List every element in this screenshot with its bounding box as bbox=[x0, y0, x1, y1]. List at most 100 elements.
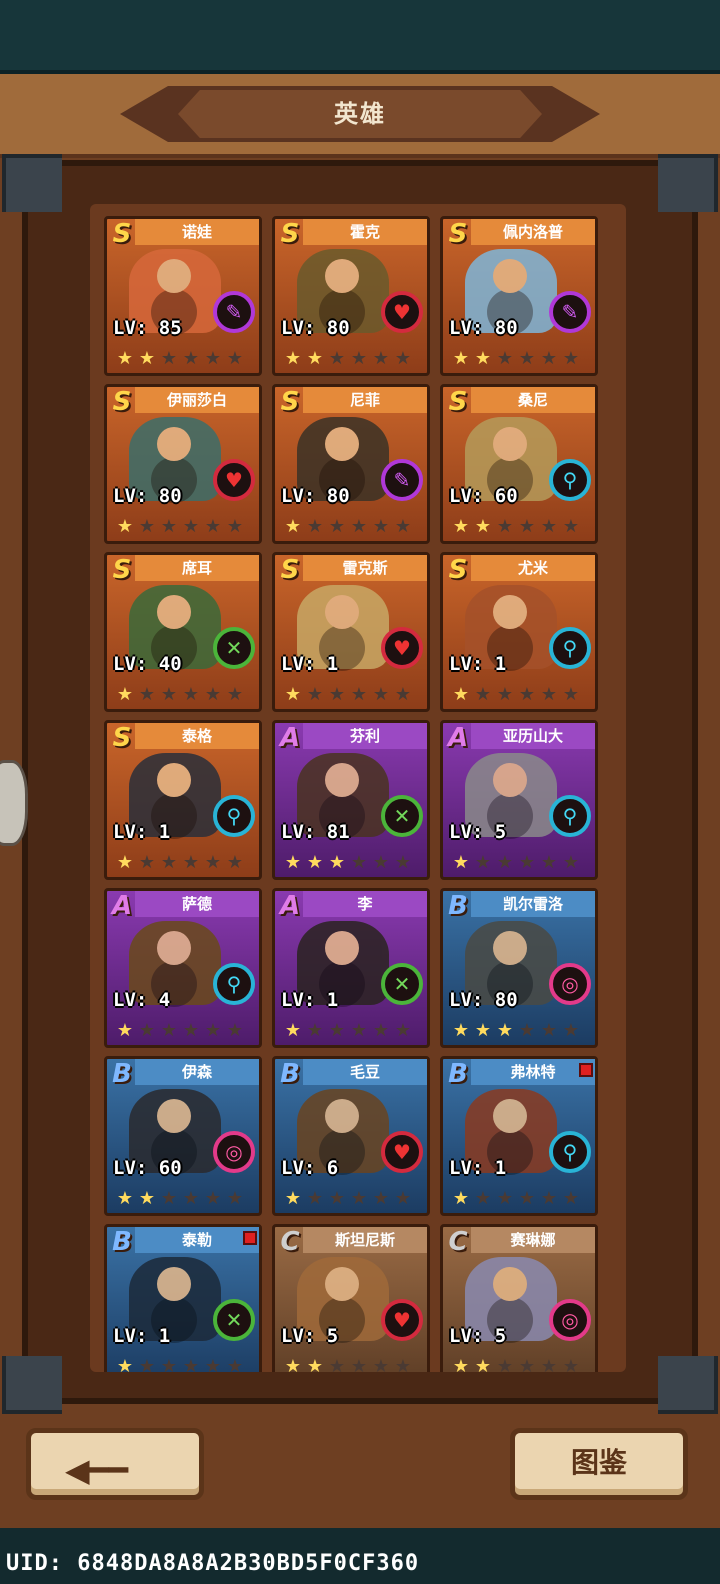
attack-role-icon: ♥ bbox=[381, 1131, 423, 1173]
hero-card[interactable]: 斯坦尼斯 C LV: 5 ♥ ★ ★ ★ ★ ★ ★ bbox=[272, 1224, 430, 1372]
star-filled-icon: ★ bbox=[474, 516, 492, 537]
star-filled-icon: ★ bbox=[284, 1188, 302, 1209]
hero-card[interactable]: 佩内洛普 S LV: 80 ✎ ★ ★ ★ ★ ★ ★ bbox=[440, 216, 598, 376]
back-button[interactable]: ◀━━ bbox=[26, 1428, 204, 1500]
star-filled-icon: ★ bbox=[452, 684, 470, 705]
hero-grid[interactable]: 诺娃 S LV: 85 ✎ ★ ★ ★ ★ ★ ★ 霍克 S LV: 80 ♥ ★ ★ ★ ★ ★ ★ 佩内洛普 S LV:… bbox=[90, 204, 626, 1372]
hero-card[interactable]: 雷克斯 S LV: 1 ♥ ★ ★ ★ ★ ★ ★ bbox=[272, 552, 430, 712]
hero-card[interactable]: 伊丽莎白 S LV: 80 ♥ ★ ★ ★ ★ ★ ★ bbox=[104, 384, 262, 544]
hero-card[interactable]: 席耳 S LV: 40 ✕ ★ ★ ★ ★ ★ ★ bbox=[104, 552, 262, 712]
hero-name: 尤米 bbox=[471, 555, 595, 581]
attack-role-icon: ♥ bbox=[213, 459, 255, 501]
star-empty-icon: ★ bbox=[496, 1188, 514, 1209]
range-role-icon: ✕ bbox=[381, 795, 423, 837]
star-empty-icon: ★ bbox=[562, 852, 580, 873]
star-empty-icon: ★ bbox=[182, 348, 200, 369]
star-filled-icon: ★ bbox=[306, 1356, 324, 1373]
rank-badge: B bbox=[448, 1059, 468, 1089]
star-rating: ★ ★ ★ ★ ★ ★ bbox=[283, 853, 413, 877]
hero-name: 赛琳娜 bbox=[471, 1227, 595, 1253]
side-mascot bbox=[0, 760, 28, 846]
star-empty-icon: ★ bbox=[372, 1356, 390, 1373]
star-empty-icon: ★ bbox=[328, 1356, 346, 1373]
hero-level: LV: 80 bbox=[449, 317, 518, 339]
star-filled-icon: ★ bbox=[138, 348, 156, 369]
rank-badge: S bbox=[280, 219, 300, 249]
star-rating: ★ ★ ★ ★ ★ ★ bbox=[451, 853, 581, 877]
hero-level: LV: 4 bbox=[113, 989, 171, 1011]
hero-card[interactable]: 泰格 S LV: 1 ⚲ ★ ★ ★ ★ ★ ★ bbox=[104, 720, 262, 880]
rank-badge: S bbox=[280, 555, 300, 585]
rank-badge: A bbox=[279, 891, 301, 921]
hero-name: 尼菲 bbox=[303, 387, 427, 413]
hero-name: 佩内洛普 bbox=[471, 219, 595, 245]
hero-card[interactable]: 亚历山大 A LV: 5 ⚲ ★ ★ ★ ★ ★ ★ bbox=[440, 720, 598, 880]
star-rating: ★ ★ ★ ★ ★ ★ bbox=[451, 1356, 581, 1373]
star-empty-icon: ★ bbox=[562, 1020, 580, 1041]
star-filled-icon: ★ bbox=[474, 1020, 492, 1041]
rank-badge: C bbox=[280, 1227, 300, 1257]
hero-card[interactable]: 尼菲 S LV: 80 ✎ ★ ★ ★ ★ ★ ★ bbox=[272, 384, 430, 544]
star-empty-icon: ★ bbox=[562, 684, 580, 705]
star-empty-icon: ★ bbox=[138, 684, 156, 705]
star-filled-icon: ★ bbox=[452, 852, 470, 873]
hero-card[interactable]: 尤米 S LV: 1 ⚲ ★ ★ ★ ★ ★ ★ bbox=[440, 552, 598, 712]
hero-card[interactable]: 毛豆 B LV: 6 ♥ ★ ★ ★ ★ ★ ★ bbox=[272, 1056, 430, 1216]
hero-level: LV: 1 bbox=[113, 1325, 171, 1347]
star-rating: ★ ★ ★ ★ ★ ★ bbox=[451, 1021, 581, 1045]
star-empty-icon: ★ bbox=[540, 1188, 558, 1209]
star-empty-icon: ★ bbox=[394, 852, 412, 873]
hero-card[interactable]: 诺娃 S LV: 85 ✎ ★ ★ ★ ★ ★ ★ bbox=[104, 216, 262, 376]
star-rating: ★ ★ ★ ★ ★ ★ bbox=[451, 1189, 581, 1213]
hero-card[interactable]: 桑尼 S LV: 60 ⚲ ★ ★ ★ ★ ★ ★ bbox=[440, 384, 598, 544]
star-empty-icon: ★ bbox=[182, 1020, 200, 1041]
hero-name: 斯坦尼斯 bbox=[303, 1227, 427, 1253]
star-empty-icon: ★ bbox=[518, 684, 536, 705]
support-role-icon: ⚲ bbox=[549, 1131, 591, 1173]
star-empty-icon: ★ bbox=[226, 1356, 244, 1373]
star-empty-icon: ★ bbox=[474, 852, 492, 873]
star-empty-icon: ★ bbox=[350, 1356, 368, 1373]
star-empty-icon: ★ bbox=[204, 684, 222, 705]
hero-level: LV: 1 bbox=[113, 821, 171, 843]
hero-card[interactable]: 芬利 A LV: 81 ✕ ★ ★ ★ ★ ★ ★ bbox=[272, 720, 430, 880]
star-empty-icon: ★ bbox=[518, 516, 536, 537]
hero-card[interactable]: 凯尔雷洛 B LV: 80 ◎ ★ ★ ★ ★ ★ ★ bbox=[440, 888, 598, 1048]
star-empty-icon: ★ bbox=[160, 348, 178, 369]
star-empty-icon: ★ bbox=[372, 348, 390, 369]
star-empty-icon: ★ bbox=[160, 852, 178, 873]
support-role-icon: ⚲ bbox=[213, 963, 255, 1005]
star-rating: ★ ★ ★ ★ ★ ★ bbox=[283, 1356, 413, 1373]
star-rating: ★ ★ ★ ★ ★ ★ bbox=[283, 349, 413, 373]
codex-button[interactable]: 图鉴 bbox=[510, 1428, 688, 1500]
star-empty-icon: ★ bbox=[182, 1188, 200, 1209]
hero-name: 毛豆 bbox=[303, 1059, 427, 1085]
star-filled-icon: ★ bbox=[284, 348, 302, 369]
star-filled-icon: ★ bbox=[306, 852, 324, 873]
hero-card[interactable]: 赛琳娜 C LV: 5 ◎ ★ ★ ★ ★ ★ ★ bbox=[440, 1224, 598, 1372]
star-filled-icon: ★ bbox=[328, 852, 346, 873]
hero-card[interactable]: 萨德 A LV: 4 ⚲ ★ ★ ★ ★ ★ ★ bbox=[104, 888, 262, 1048]
star-empty-icon: ★ bbox=[160, 516, 178, 537]
star-empty-icon: ★ bbox=[518, 852, 536, 873]
support-role-icon: ⚲ bbox=[549, 795, 591, 837]
star-rating: ★ ★ ★ ★ ★ ★ bbox=[451, 685, 581, 709]
star-filled-icon: ★ bbox=[116, 852, 134, 873]
star-rating: ★ ★ ★ ★ ★ ★ bbox=[451, 517, 581, 541]
hero-card[interactable]: 霍克 S LV: 80 ♥ ★ ★ ★ ★ ★ ★ bbox=[272, 216, 430, 376]
star-empty-icon: ★ bbox=[394, 348, 412, 369]
star-empty-icon: ★ bbox=[226, 516, 244, 537]
hero-card[interactable]: 李 A LV: 1 ✕ ★ ★ ★ ★ ★ ★ bbox=[272, 888, 430, 1048]
hero-card[interactable]: 弗林特 B LV: 1 ⚲ ★ ★ ★ ★ ★ ★ bbox=[440, 1056, 598, 1216]
hero-card[interactable]: 泰勒 B LV: 1 ✕ ★ ★ ★ ★ ★ ★ bbox=[104, 1224, 262, 1372]
frame-corner-bottom-left bbox=[2, 1356, 62, 1414]
star-empty-icon: ★ bbox=[394, 684, 412, 705]
star-empty-icon: ★ bbox=[372, 852, 390, 873]
healer-role-icon: ◎ bbox=[549, 963, 591, 1005]
rank-badge: S bbox=[448, 387, 468, 417]
hero-card[interactable]: 伊森 B LV: 60 ◎ ★ ★ ★ ★ ★ ★ bbox=[104, 1056, 262, 1216]
star-empty-icon: ★ bbox=[372, 1188, 390, 1209]
hero-level: LV: 40 bbox=[113, 653, 182, 675]
star-empty-icon: ★ bbox=[394, 1188, 412, 1209]
star-empty-icon: ★ bbox=[518, 1356, 536, 1373]
